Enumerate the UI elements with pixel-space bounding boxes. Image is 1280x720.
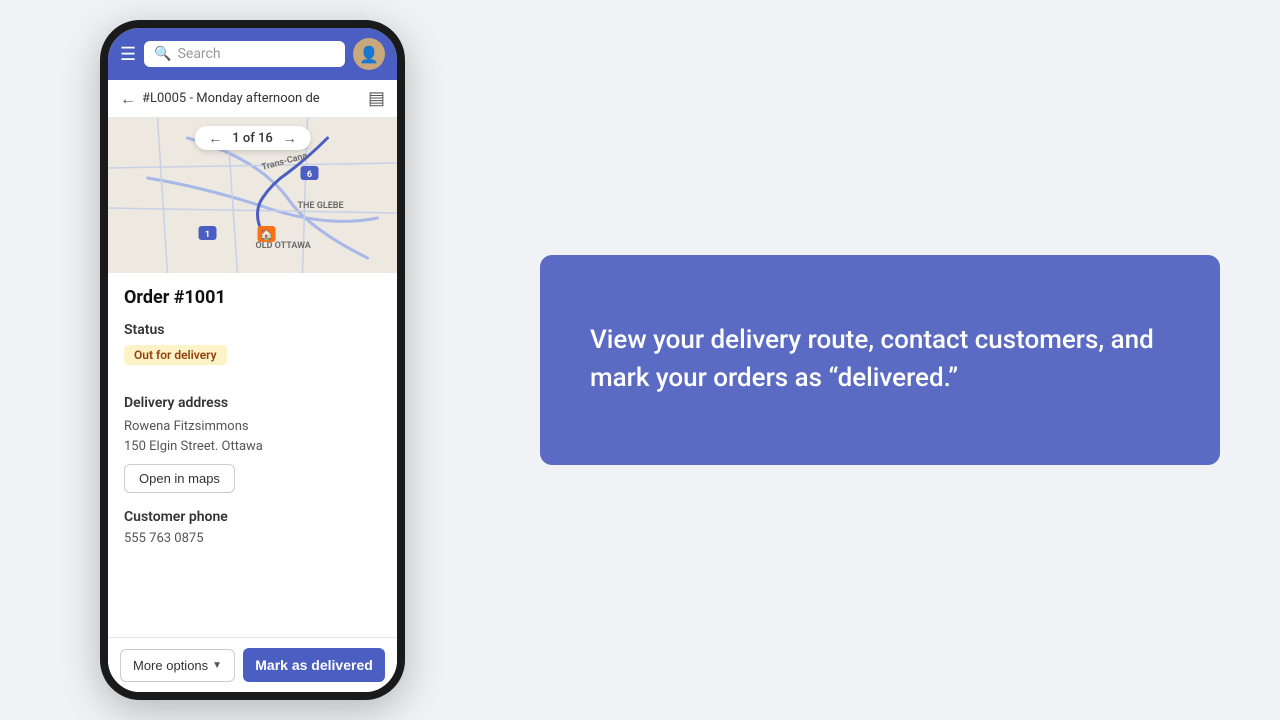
more-options-button[interactable]: More options ▼ [120,649,235,682]
info-panel-text: View your delivery route, contact custom… [590,322,1170,397]
next-page-button[interactable]: → [279,130,301,146]
map-label-oldottawa: OLD OTTAWA [256,241,311,251]
phone-number: 555 763 0875 [124,531,381,546]
page-wrapper: ☰ 🔍 Search 👤 ← #L0005 - Monday afternoon… [0,0,1280,720]
breadcrumb-title: #L0005 - Monday afternoon de [142,91,320,106]
map-area: ← 1 of 16 → Trans-Cana THE GL [108,118,397,273]
svg-text:🏠: 🏠 [260,228,274,241]
dropdown-arrow-icon: ▼ [212,660,222,671]
phone-footer: More options ▼ Mark as delivered [108,637,397,692]
more-options-label: More options [133,658,208,673]
list-view-icon[interactable]: ▤ [368,88,385,109]
breadcrumb-bar: ← #L0005 - Monday afternoon de ▤ [108,80,397,118]
customer-name: Rowena Fitzsimmons [124,417,381,437]
address-line: 150 Elgin Street. Ottawa [124,437,381,457]
status-label: Status [124,322,381,338]
delivery-address-section: Delivery address Rowena Fitzsimmons 150 … [124,395,381,493]
page-indicator: 1 of 16 [232,131,273,146]
phone-mockup: ☰ 🔍 Search 👤 ← #L0005 - Monday afternoon… [100,20,405,700]
breadcrumb-left: ← #L0005 - Monday afternoon de [120,89,320,109]
order-title: Order #1001 [124,287,381,308]
customer-phone-section: Customer phone 555 763 0875 [124,509,381,546]
search-bar[interactable]: 🔍 Search [144,41,345,67]
pagination-controls: ← 1 of 16 → [194,126,311,150]
mark-delivered-button[interactable]: Mark as delivered [243,648,385,682]
customer-phone-label: Customer phone [124,509,381,525]
avatar[interactable]: 👤 [353,38,385,70]
svg-text:1: 1 [205,230,210,240]
back-arrow-icon[interactable]: ← [120,89,136,109]
search-placeholder: Search [178,46,221,62]
status-section: Status Out for delivery [124,322,381,379]
hamburger-icon[interactable]: ☰ [120,44,136,65]
info-panel: View your delivery route, contact custom… [540,255,1220,465]
topbar: ☰ 🔍 Search 👤 [108,28,397,80]
prev-page-button[interactable]: ← [204,130,226,146]
svg-text:6: 6 [307,170,312,180]
order-content: Order #1001 Status Out for delivery Deli… [108,273,397,637]
delivery-address-label: Delivery address [124,395,381,411]
status-badge: Out for delivery [124,345,227,365]
map-label-theglebe: THE GLEBE [298,201,344,211]
open-maps-button[interactable]: Open in maps [124,464,235,493]
search-icon: 🔍 [154,46,171,62]
